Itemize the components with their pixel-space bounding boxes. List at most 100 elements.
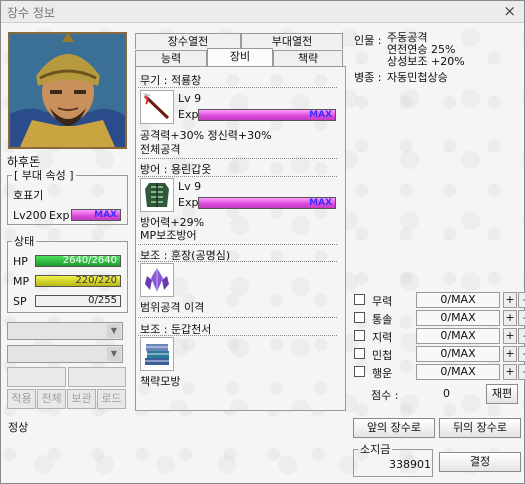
personality-value-3: 상성보조 +20% bbox=[387, 55, 465, 68]
minus-icon[interactable]: - bbox=[518, 310, 525, 326]
personality-value-2: 연전연승 25% bbox=[387, 43, 456, 56]
stat-checkbox[interactable] bbox=[354, 294, 365, 305]
hp-label: HP bbox=[13, 255, 28, 268]
next-general-button[interactable]: 뒤의 장수로 bbox=[439, 418, 521, 438]
money-value: 338901 bbox=[389, 458, 431, 471]
stat-value: 0/MAX bbox=[416, 346, 500, 362]
all-button[interactable]: 전체 bbox=[37, 389, 66, 409]
stat-name: 지력 bbox=[372, 331, 393, 344]
weapon-level: Lv 9 bbox=[178, 92, 202, 105]
empty-slot-2 bbox=[68, 367, 126, 387]
chevron-down-icon: ▼ bbox=[107, 347, 121, 361]
branch-label: 병종 : bbox=[354, 71, 382, 84]
close-icon[interactable]: × bbox=[503, 2, 516, 20]
divider bbox=[138, 335, 337, 336]
stat-name: 민첩 bbox=[372, 349, 393, 362]
armor-effect-2: MP보조방어 bbox=[140, 229, 197, 242]
chevron-down-icon: ▼ bbox=[107, 324, 121, 338]
title-bar: 장수 정보 × bbox=[1, 1, 524, 23]
divider bbox=[138, 261, 337, 262]
branch-value: 자동민첩상승 bbox=[387, 71, 448, 84]
stat-row-strength: 무력 0/MAX + - bbox=[354, 292, 525, 308]
money-legend: 소지금 bbox=[360, 443, 391, 456]
stat-name: 통솔 bbox=[372, 313, 393, 326]
select-combo-2[interactable]: ▼ bbox=[7, 345, 123, 363]
general-portrait bbox=[8, 32, 127, 149]
unit-attribute-legend: [ 부대 속성 ] bbox=[14, 169, 74, 182]
armor-label: 방어 : 용린갑옷 bbox=[140, 163, 212, 176]
confirm-button[interactable]: 결정 bbox=[439, 452, 521, 472]
stat-row-intelligence: 지력 0/MAX + - bbox=[354, 328, 525, 344]
plus-icon[interactable]: + bbox=[503, 346, 517, 362]
personality-value-1: 주동공격 bbox=[387, 31, 428, 44]
stat-value: 0/MAX bbox=[416, 292, 500, 308]
stat-row-agility: 민첩 0/MAX + - bbox=[354, 346, 525, 362]
status-legend: 상태 bbox=[14, 235, 35, 248]
tab-equipment[interactable]: 장비 bbox=[207, 48, 273, 66]
stat-checkbox[interactable] bbox=[354, 330, 365, 341]
divider bbox=[138, 87, 337, 88]
unit-level: Lv200 bbox=[13, 209, 47, 222]
spear-icon[interactable] bbox=[140, 90, 174, 124]
stat-row-command: 통솔 0/MAX + - bbox=[354, 310, 525, 326]
general-info-window: 장수 정보 × 하후돈 [ 부대 속성 ] 호표기 Lv200 Exp MAX … bbox=[0, 0, 525, 484]
divider bbox=[138, 244, 337, 245]
aux2-effect-1: 책략모방 bbox=[140, 375, 181, 388]
stat-checkbox[interactable] bbox=[354, 348, 365, 359]
sp-bar: 0/255 bbox=[35, 295, 121, 307]
aux1-effect-1: 범위공격 이격 bbox=[140, 301, 205, 314]
armor-exp-bar: MAX bbox=[198, 197, 336, 209]
divider bbox=[138, 158, 337, 159]
armor-level: Lv 9 bbox=[178, 180, 202, 193]
plus-icon[interactable]: + bbox=[503, 328, 517, 344]
weapon-label: 무기 : 적룡창 bbox=[140, 74, 202, 87]
apply-button[interactable]: 적용 bbox=[7, 389, 36, 409]
tab-general-biography[interactable]: 장수열전 bbox=[135, 33, 241, 49]
minus-icon[interactable]: - bbox=[518, 292, 525, 308]
stat-checkbox[interactable] bbox=[354, 366, 365, 377]
select-combo-1[interactable]: ▼ bbox=[7, 322, 123, 340]
load-button[interactable]: 로드 bbox=[97, 389, 126, 409]
plus-icon[interactable]: + bbox=[503, 310, 517, 326]
weapon-effect-2: 전체공격 bbox=[140, 143, 181, 156]
stat-name: 무력 bbox=[372, 295, 393, 308]
crystal-icon[interactable] bbox=[140, 263, 174, 297]
sp-label: SP bbox=[13, 295, 27, 308]
unit-exp-label: Exp bbox=[49, 209, 70, 222]
stat-row-luck: 행운 0/MAX + - bbox=[354, 364, 525, 380]
stat-value: 0/MAX bbox=[416, 364, 500, 380]
stat-value: 0/MAX bbox=[416, 310, 500, 326]
plus-icon[interactable]: + bbox=[503, 292, 517, 308]
unit-exp-bar: MAX bbox=[71, 209, 121, 221]
status-text: 정상 bbox=[8, 421, 29, 434]
stat-checkbox[interactable] bbox=[354, 312, 365, 323]
armor-icon[interactable] bbox=[140, 178, 174, 212]
divider bbox=[138, 176, 337, 177]
stat-name: 행운 bbox=[372, 367, 393, 380]
window-title: 장수 정보 bbox=[7, 6, 55, 20]
personality-label: 인물 : bbox=[354, 34, 382, 47]
book-icon[interactable] bbox=[140, 337, 174, 371]
store-button[interactable]: 보관 bbox=[67, 389, 96, 409]
weapon-exp-label: Exp bbox=[178, 108, 199, 121]
unit-type: 호표기 bbox=[13, 189, 44, 202]
divider bbox=[138, 317, 337, 318]
weapon-exp-bar: MAX bbox=[198, 109, 336, 121]
minus-icon[interactable]: - bbox=[518, 328, 525, 344]
plus-icon[interactable]: + bbox=[503, 364, 517, 380]
points-label: 점수 : bbox=[371, 389, 399, 402]
stat-value: 0/MAX bbox=[416, 328, 500, 344]
tab-unit-biography[interactable]: 부대열전 bbox=[241, 33, 343, 49]
tab-strategy[interactable]: 책략 bbox=[273, 50, 343, 66]
reset-button[interactable]: 재편 bbox=[486, 384, 518, 404]
tab-ability[interactable]: 능력 bbox=[135, 50, 207, 66]
minus-icon[interactable]: - bbox=[518, 364, 525, 380]
mp-bar: 220/220 bbox=[35, 275, 121, 287]
hp-bar: 2640/2640 bbox=[35, 255, 121, 267]
points-value: 0 bbox=[443, 387, 450, 400]
status-bar: 정상 bbox=[3, 419, 343, 481]
minus-icon[interactable]: - bbox=[518, 346, 525, 362]
prev-general-button[interactable]: 앞의 장수로 bbox=[353, 418, 435, 438]
mp-label: MP bbox=[13, 275, 30, 288]
empty-slot-1 bbox=[7, 367, 66, 387]
